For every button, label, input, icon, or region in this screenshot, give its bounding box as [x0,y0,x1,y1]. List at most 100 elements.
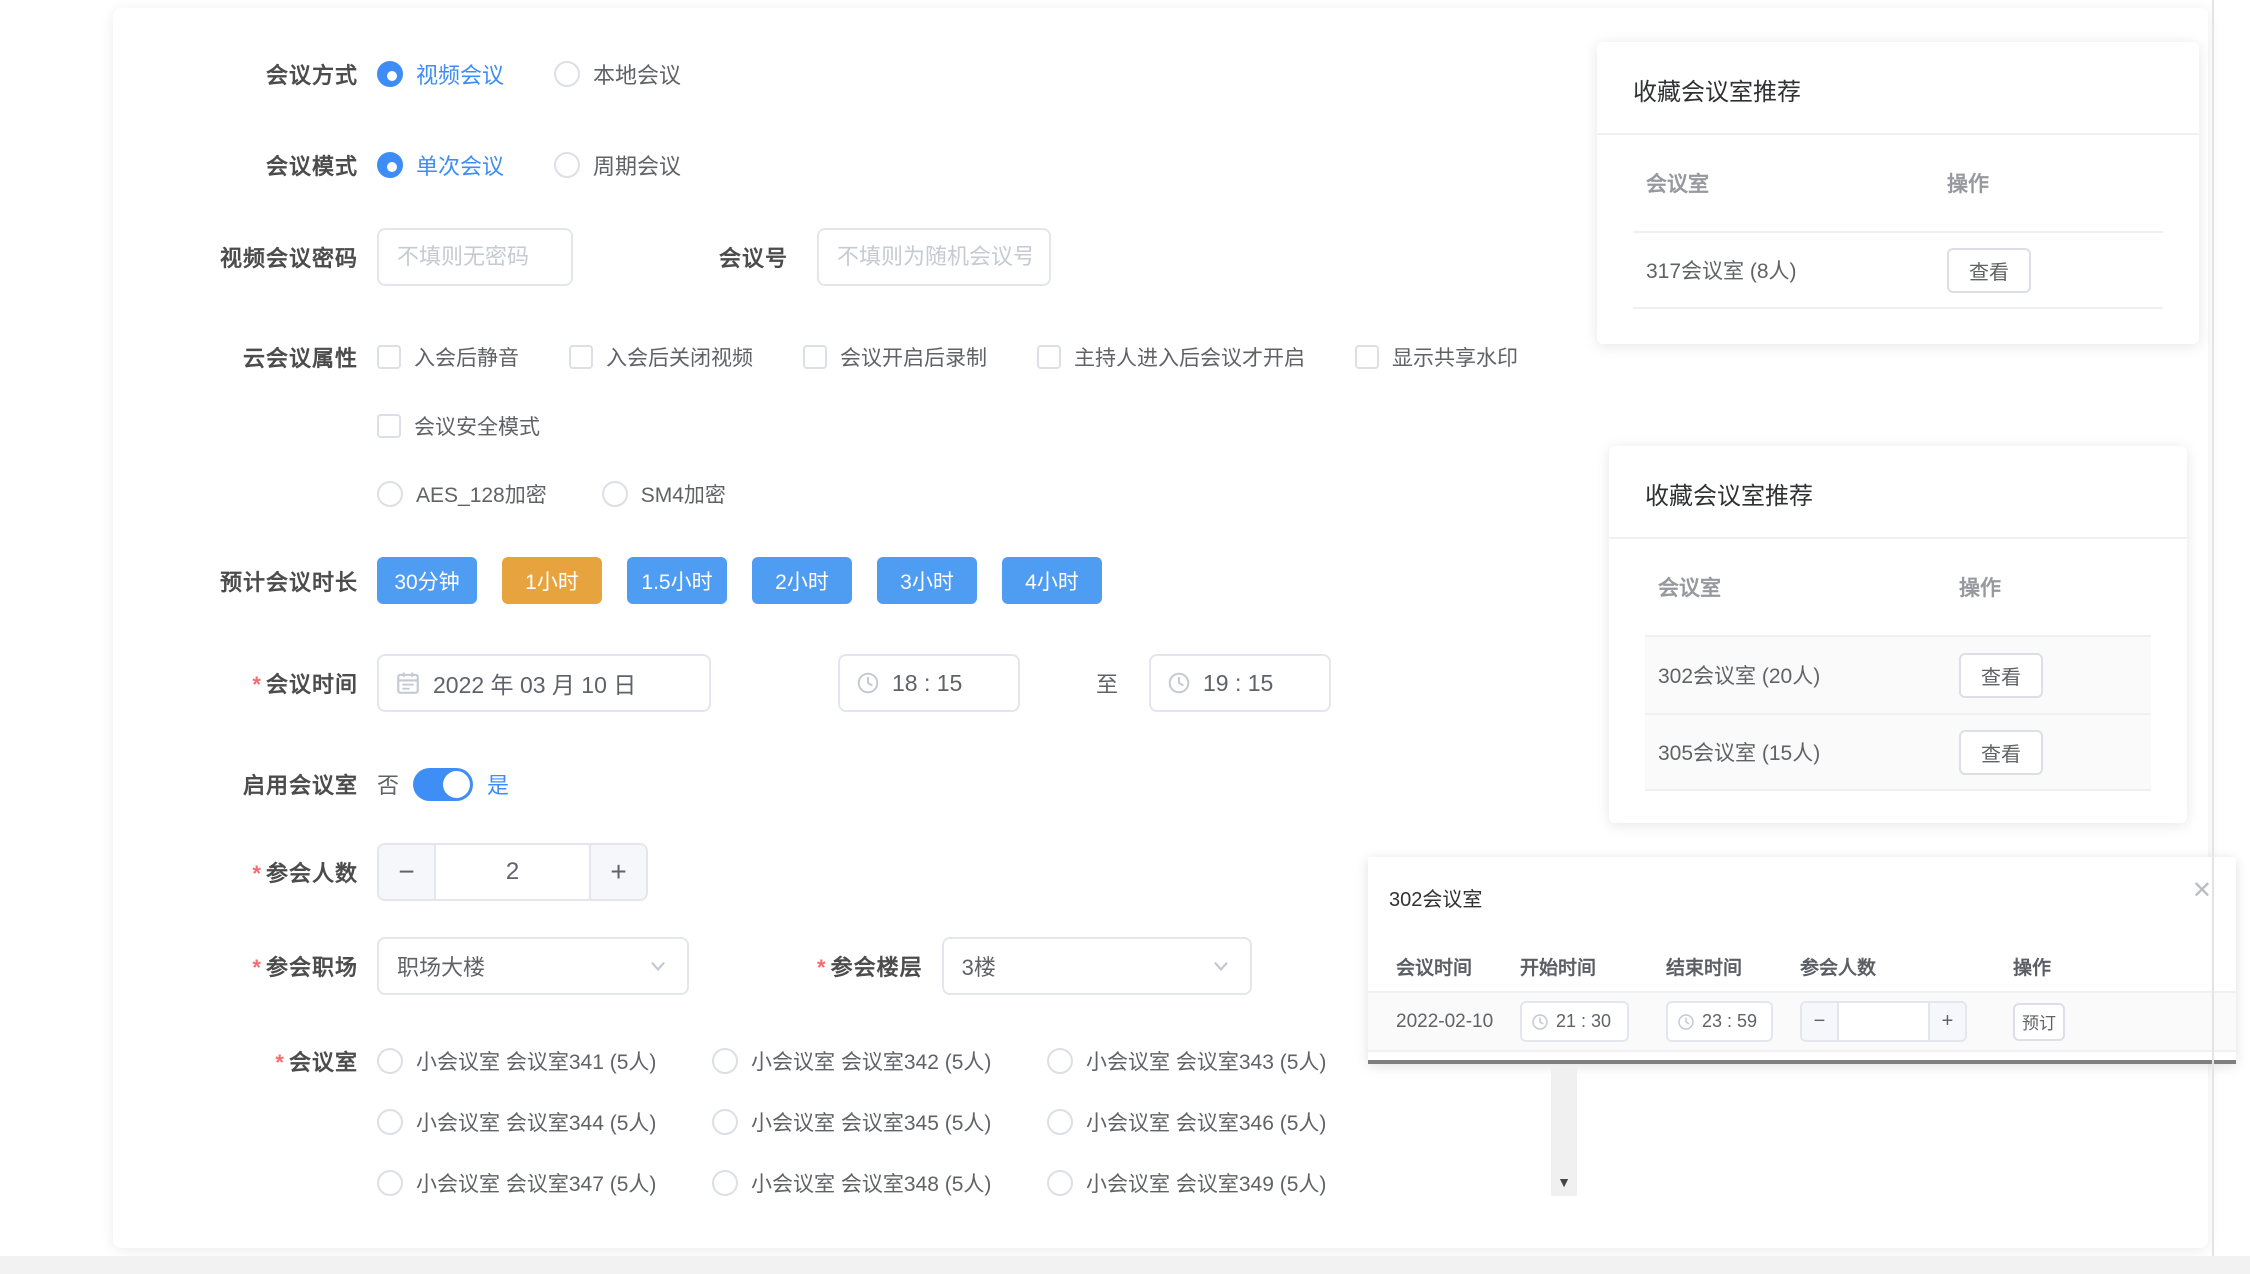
radio-cycle-meeting-label: 周期会议 [593,149,681,181]
radio-single-meeting[interactable]: 单次会议 [377,149,504,181]
room-option-label: 小会议室 会议室345 (5人) [751,1107,991,1137]
close-icon[interactable]: ✕ [2192,879,2212,903]
meeting-mode-label: 会议模式 [113,149,358,181]
row-rooms-1: *会议室 小会议室 会议室341 (5人) 小会议室 会议室342 (5人) 小… [113,1043,1382,1079]
checkbox-label: 入会后静音 [414,342,519,372]
view-button[interactable]: 查看 [1959,730,2043,775]
radio-unselected-icon [1047,1170,1073,1196]
row-security-mode: 会议安全模式 [113,409,540,443]
duration-2h-button[interactable]: 2小时 [752,557,852,604]
radio-single-meeting-label: 单次会议 [416,149,504,181]
vertical-scrollbar[interactable]: ▼ [1551,1066,1577,1196]
attendees-plus-button[interactable]: + [589,845,646,899]
booking-date: 2022-02-10 [1396,1011,1520,1033]
checkbox-start-after-host[interactable]: 主持人进入后会议才开启 [1037,342,1305,372]
radio-selected-icon [377,152,403,178]
people-plus-button[interactable]: + [1928,1003,1965,1040]
radio-cycle-meeting[interactable]: 周期会议 [554,149,681,181]
room-name: 302会议室 (20人) [1645,660,1959,690]
password-input[interactable] [377,228,573,286]
checkbox-record-on-start[interactable]: 会议开启后录制 [803,342,987,372]
radio-unselected-icon [1047,1048,1073,1074]
booking-people-stepper: − + [1800,1001,1967,1042]
row-rooms-2: 小会议室 会议室344 (5人) 小会议室 会议室345 (5人) 小会议室 会… [113,1104,1382,1140]
checkbox-icon [1037,345,1061,369]
room-option-label: 小会议室 会议室341 (5人) [416,1046,656,1076]
checkbox-icon [569,345,593,369]
checkbox-label: 入会后关闭视频 [606,342,753,372]
radio-room-348[interactable]: 小会议室 会议室348 (5人) [712,1168,1047,1198]
room-option-label: 小会议室 会议室342 (5人) [751,1046,991,1076]
duration-30min-button[interactable]: 30分钟 [377,557,477,604]
radio-room-349[interactable]: 小会议室 会议室349 (5人) [1047,1168,1382,1198]
checkbox-security-mode[interactable]: 会议安全模式 [377,411,540,441]
cloud-attrs-label: 云会议属性 [113,341,358,373]
meeting-no-input[interactable] [817,228,1051,286]
room-name: 317会议室 (8人) [1633,255,1947,285]
radio-video-meeting-label: 视频会议 [416,58,504,90]
checkbox-icon [377,414,401,438]
duration-3h-button[interactable]: 3小时 [877,557,977,604]
column-header-end-time: 结束时间 [1666,953,1800,980]
end-time-input[interactable]: 19 : 15 [1149,654,1331,712]
floor-label: 参会楼层 [831,955,923,980]
people-value[interactable] [1839,1003,1928,1040]
radio-room-342[interactable]: 小会议室 会议室342 (5人) [712,1046,1047,1076]
room-option-label: 小会议室 会议室344 (5人) [416,1107,656,1137]
table-row: 317会议室 (8人) 查看 [1633,231,2163,309]
radio-room-347[interactable]: 小会议室 会议室347 (5人) [377,1168,712,1198]
checkbox-share-watermark[interactable]: 显示共享水印 [1355,342,1518,372]
radio-video-meeting[interactable]: 视频会议 [377,58,504,90]
favorite-rooms-card-1: 收藏会议室推荐 会议室 操作 317会议室 (8人) 查看 [1597,42,2199,344]
attendees-value[interactable]: 2 [436,845,589,899]
enable-room-toggle[interactable] [413,768,473,801]
booking-end-time-input[interactable]: 23 : 59 [1666,1001,1773,1042]
view-button[interactable]: 查看 [1959,653,2043,698]
column-header-room: 会议室 [1645,572,1959,602]
date-input[interactable]: 2022 年 03 月 10 日 [377,654,711,712]
room-option-label: 小会议室 会议室349 (5人) [1086,1168,1326,1198]
booking-start-time-input[interactable]: 21 : 30 [1520,1001,1629,1042]
radio-local-meeting[interactable]: 本地会议 [554,58,681,90]
radio-room-346[interactable]: 小会议室 会议室346 (5人) [1047,1107,1382,1137]
column-header-action: 操作 [1947,168,1989,198]
chevron-down-icon [647,955,669,977]
checkbox-video-off-on-join[interactable]: 入会后关闭视频 [569,342,753,372]
required-asterisk: * [252,861,262,886]
floor-value: 3楼 [962,950,996,982]
scrollbar-down-arrow-icon[interactable]: ▼ [1551,1174,1577,1190]
radio-aes128[interactable]: AES_128加密 [377,479,547,509]
checkbox-mute-on-join[interactable]: 入会后静音 [377,342,519,372]
radio-room-341[interactable]: 小会议室 会议室341 (5人) [377,1046,712,1076]
book-button[interactable]: 预订 [2013,1003,2065,1041]
floor-select[interactable]: 3楼 [942,937,1252,995]
meeting-time-label: 会议时间 [266,672,358,697]
start-time-input[interactable]: 18 : 15 [838,654,1020,712]
duration-1h-button[interactable]: 1小时 [502,557,602,604]
radio-selected-icon [377,61,403,87]
checkbox-label: 主持人进入后会议才开启 [1074,342,1305,372]
table-row: 305会议室 (15人) 查看 [1645,713,2151,791]
view-button[interactable]: 查看 [1947,248,2031,293]
checkbox-icon [803,345,827,369]
checkbox-icon [377,345,401,369]
row-workplace-floor: *参会职场 职场大楼 *参会楼层 3楼 [113,937,1252,995]
toggle-knob [443,771,470,798]
right-edge-divider [2212,0,2214,1274]
popup-table-row: 2022-02-10 21 : 30 23 : 59 [1368,991,2236,1052]
workplace-select[interactable]: 职场大楼 [377,937,689,995]
radio-sm4[interactable]: SM4加密 [602,479,726,509]
radio-room-344[interactable]: 小会议室 会议室344 (5人) [377,1107,712,1137]
radio-room-343[interactable]: 小会议室 会议室343 (5人) [1047,1046,1382,1076]
row-enable-room: 启用会议室 否 是 [113,762,509,806]
favorite-rooms-card-2: 收藏会议室推荐 会议室 操作 302会议室 (20人) 查看 305会议室 (1… [1609,446,2187,823]
duration-4h-button[interactable]: 4小时 [1002,557,1102,604]
radio-room-345[interactable]: 小会议室 会议室345 (5人) [712,1107,1047,1137]
radio-unselected-icon [712,1109,738,1135]
people-minus-button[interactable]: − [1802,1003,1839,1040]
row-rooms-3: 小会议室 会议室347 (5人) 小会议室 会议室348 (5人) 小会议室 会… [113,1165,1382,1201]
attendees-minus-button[interactable]: − [379,845,436,899]
radio-unselected-icon [554,152,580,178]
chevron-down-icon [1210,955,1232,977]
duration-1_5h-button[interactable]: 1.5小时 [627,557,727,604]
